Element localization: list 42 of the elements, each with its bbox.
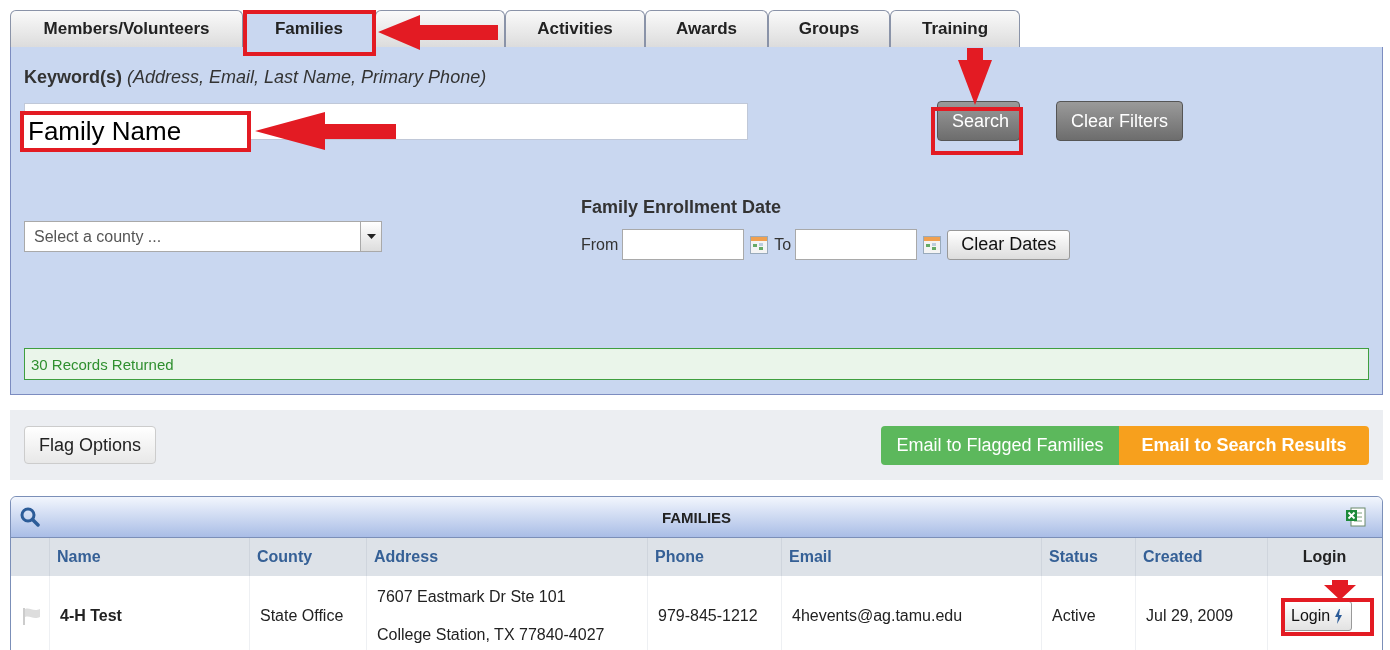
annotation-label: Family Name xyxy=(20,111,251,152)
column-header[interactable]: Name xyxy=(49,538,249,576)
clear-filters-button[interactable]: Clear Filters xyxy=(1056,101,1183,141)
table-cell: 7607 Eastmark Dr Ste 101 College Station, TX 77840-4027 xyxy=(366,576,647,650)
table-cell: 4-H Test xyxy=(49,576,249,650)
column-header[interactable]: Email xyxy=(781,538,1041,576)
table-cell: 979-845-1212 xyxy=(647,576,781,650)
tab[interactable]: Groups xyxy=(768,10,890,47)
county-select[interactable]: Select a county ... xyxy=(24,221,382,252)
column-header[interactable]: Created xyxy=(1135,538,1267,576)
from-date-field[interactable] xyxy=(622,229,745,260)
annotation-arrow xyxy=(1324,580,1356,600)
spreadsheet-icon[interactable] xyxy=(1344,505,1368,529)
clear-dates-button[interactable]: Clear Dates xyxy=(947,229,1071,260)
to-date-field[interactable] xyxy=(795,229,918,260)
table-cell: 4hevents@ag.tamu.edu xyxy=(781,576,1041,650)
calendar-icon[interactable] xyxy=(750,235,769,254)
enrollment-date-title: Family Enrollment Date xyxy=(581,197,783,218)
table-title: FAMILIES xyxy=(661,508,732,526)
column-header[interactable]: County xyxy=(249,538,366,576)
tab[interactable]: Members/Volunteers xyxy=(10,10,243,47)
calendar-icon[interactable] xyxy=(923,235,942,254)
tab[interactable]: Awards xyxy=(645,10,768,47)
records-message: 30 Records Returned xyxy=(31,355,174,373)
annotation-arrow xyxy=(958,48,992,105)
column-header[interactable]: Status xyxy=(1041,538,1135,576)
column-header[interactable]: Login xyxy=(1267,538,1381,576)
column-header[interactable]: Phone xyxy=(647,538,781,576)
caret-icon xyxy=(366,234,376,239)
flag-icon[interactable] xyxy=(22,607,42,625)
search-icon[interactable] xyxy=(20,507,40,527)
table-cell: Jul 29, 2009 xyxy=(1135,576,1267,650)
from-label: From xyxy=(581,235,619,254)
to-label: To xyxy=(774,235,792,254)
tab[interactable]: Training xyxy=(890,10,1020,47)
lightning-icon xyxy=(1334,608,1344,624)
table-cell: State Office xyxy=(249,576,366,650)
column-header[interactable]: Address xyxy=(366,538,647,576)
tab[interactable]: Activities xyxy=(505,10,645,47)
table-cell: Active xyxy=(1041,576,1135,650)
keyword-label: Keyword(s) (Address, Email, Last Name, Primary Phone) xyxy=(24,67,488,89)
flag-options-button[interactable]: Flag Options xyxy=(24,426,157,464)
